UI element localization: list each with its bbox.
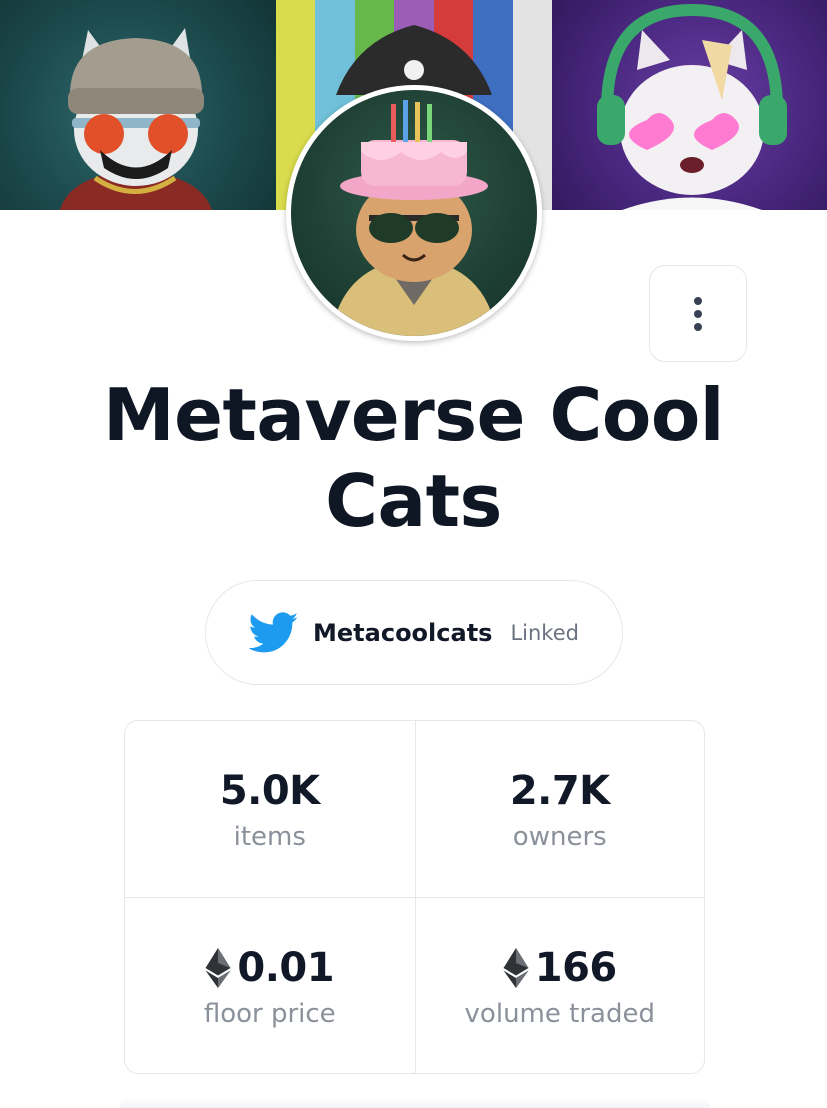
twitter-handle: Metacoolcats <box>313 618 493 647</box>
stat-value: 2.7K <box>509 768 610 814</box>
banner-image-cat-beanie <box>0 0 276 210</box>
next-section-edge <box>120 1098 710 1108</box>
twitter-bird-icon <box>249 611 299 652</box>
stat-label: floor price <box>203 998 336 1029</box>
stat-value-wrapper: 166 <box>503 943 617 993</box>
stat-label: volume traded <box>464 998 655 1029</box>
ethereum-icon <box>205 947 231 988</box>
more-vertical-icon <box>694 296 702 305</box>
stat-volume-traded: 166 volume traded <box>414 897 704 1073</box>
collection-stats: 5.0K items 2.7K owners 0.01 floor price <box>124 720 705 1074</box>
twitter-link-button[interactable]: Metacoolcats Linked <box>205 580 623 685</box>
stat-label: items <box>233 822 306 852</box>
collection-avatar <box>286 85 542 341</box>
ethereum-icon <box>503 947 529 988</box>
stat-value: 5.0K <box>219 768 320 814</box>
linked-status: Linked <box>510 620 579 645</box>
collection-title: Metaverse Cool Cats <box>103 373 724 543</box>
stat-floor-price: 0.01 floor price <box>125 897 415 1073</box>
stat-label: owners <box>512 822 607 852</box>
stat-value: 0.01 <box>237 944 335 991</box>
stat-value: 166 <box>534 944 618 991</box>
more-vertical-icon-dot <box>694 322 702 331</box>
more-vertical-icon-dot <box>694 309 702 318</box>
stat-items: 5.0K items <box>125 721 415 897</box>
banner-image-cat-headphones <box>552 0 827 210</box>
stat-value-wrapper: 0.01 <box>205 943 335 993</box>
more-options-button[interactable] <box>649 265 747 362</box>
stat-owners: 2.7K owners <box>414 721 705 897</box>
